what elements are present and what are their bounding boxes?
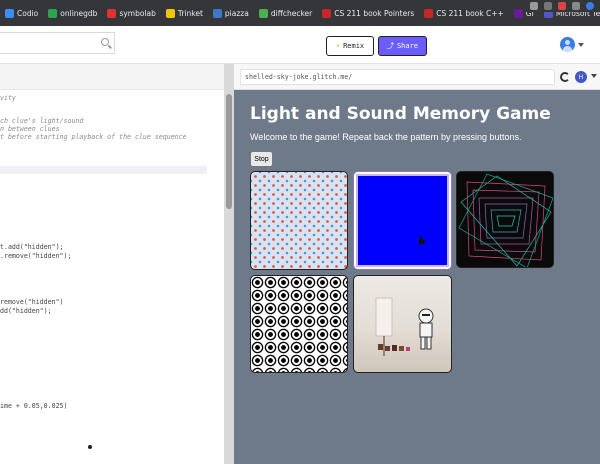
bookmark-0[interactable]: Codio: [0, 0, 43, 26]
remix-button[interactable]: ⚡ Remix: [326, 36, 374, 56]
bookmark-label: CS 211 book C++: [436, 8, 504, 18]
scrollbar-thumb[interactable]: [226, 94, 232, 209]
game-button-2[interactable]: [353, 171, 452, 270]
game-button-5[interactable]: [353, 275, 452, 373]
watermark-line1: RECORDED WITH: [8, 433, 65, 439]
search-input[interactable]: [0, 32, 115, 54]
bookmark-favicon-icon: [322, 8, 332, 18]
page-description: Welcome to the game! Repeat back the pat…: [250, 132, 522, 142]
bookmark-6[interactable]: CS 211 book Pointers: [317, 0, 419, 26]
search-icon: [101, 38, 109, 46]
puzzle-icon[interactable]: [572, 2, 580, 10]
editor-scrollbar[interactable]: [224, 64, 234, 464]
current-line-highlight: [0, 166, 207, 174]
screencast-logo-icon: [84, 441, 95, 452]
stormtrooper-image: [375, 297, 434, 356]
code-line: .remove("hidden");: [0, 252, 72, 260]
profile-icon[interactable]: [586, 2, 594, 10]
bookmark-favicon-icon: [48, 8, 58, 18]
bookmark-label: symbolab: [119, 8, 156, 18]
bookmark-3[interactable]: Trinket: [161, 0, 208, 26]
game-button-2-lit: [358, 176, 447, 265]
share-button[interactable]: ⤴ Share: [378, 36, 427, 56]
bookmark-favicon-icon: [258, 8, 268, 18]
chevron-down-icon[interactable]: [591, 74, 597, 78]
share-label: Share: [396, 42, 419, 50]
watermark-brand-b: MATIC: [97, 440, 133, 452]
watermark-brand-a: SCREENCAST: [8, 440, 82, 452]
code-line: t before starting playback of the clue s…: [0, 133, 187, 141]
bookmark-favicon-icon: [424, 8, 434, 18]
bookmark-label: CS 211 book Pointers: [334, 8, 415, 18]
bookmark-7[interactable]: CS 211 book C++: [419, 0, 509, 26]
spiral-pattern: [458, 173, 553, 267]
remix-label: Remix: [343, 42, 365, 50]
code-line: ch clue's light/sound: [0, 117, 84, 125]
bookmarks-bar: Codio onlinegdb symbolab Trinket piazza diffc…: [0, 0, 600, 26]
code-line: n between clues: [0, 125, 60, 133]
page-title: Light and Sound Memory Game: [250, 104, 551, 124]
code-line: remove("hidden"): [0, 298, 64, 306]
share-icon: ⤴: [386, 42, 394, 50]
screencast-watermark: RECORDED WITH SCREENCAST MATIC: [8, 433, 133, 452]
browser-extensions: [524, 0, 600, 12]
bookmark-2[interactable]: symbolab: [102, 0, 160, 26]
stop-button[interactable]: Stop: [250, 151, 273, 167]
lightning-icon: ⚡: [335, 42, 341, 50]
bookmark-label: piazza: [224, 8, 249, 18]
game-button-4[interactable]: [250, 275, 348, 373]
bookmark-4[interactable]: piazza: [208, 0, 254, 26]
avatar[interactable]: [560, 37, 575, 52]
bookmark-label: diffchecker: [270, 8, 313, 18]
bookmark-1[interactable]: onlinegdb: [43, 0, 102, 26]
editor-topbar: [0, 26, 600, 64]
refresh-icon[interactable]: [560, 72, 570, 82]
extension-icon[interactable]: [558, 2, 566, 10]
code-line: t.add("hidden");: [0, 243, 64, 251]
bookmark-favicon-icon: [513, 8, 523, 18]
code-line: dd("hidden");: [0, 307, 52, 315]
extension-icon[interactable]: [530, 2, 538, 10]
game-button-1[interactable]: [250, 171, 348, 270]
star-icon[interactable]: [544, 2, 552, 10]
code-editor[interactable]: vity ch clue's light/sound n between clu…: [0, 90, 224, 464]
bookmark-5[interactable]: diffchecker: [254, 0, 317, 26]
user-menu[interactable]: [560, 37, 584, 52]
game-button-3[interactable]: [456, 171, 554, 268]
preview-url-input[interactable]: shelled-sky-joke.glitch.me/: [240, 69, 555, 85]
bookmark-favicon-icon: [212, 8, 222, 18]
bookmark-favicon-icon: [107, 8, 117, 18]
code-line: ime + 0.05,0.025): [0, 402, 68, 410]
code-line: vity: [0, 94, 16, 102]
chevron-down-icon: [578, 42, 584, 47]
editor-tabstrip: [0, 64, 224, 90]
bookmark-label: Trinket: [177, 8, 203, 18]
preview-pane: Light and Sound Memory Game Welcome to t…: [234, 90, 600, 464]
preview-urlbar: shelled-sky-joke.glitch.me/ H: [234, 64, 600, 90]
bookmark-label: Codio: [17, 8, 39, 18]
bookmark-favicon-icon: [165, 8, 175, 18]
bookmark-favicon-icon: [5, 8, 14, 18]
bookmark-label: onlinegdb: [60, 8, 98, 18]
preview-badge[interactable]: H: [575, 71, 587, 83]
